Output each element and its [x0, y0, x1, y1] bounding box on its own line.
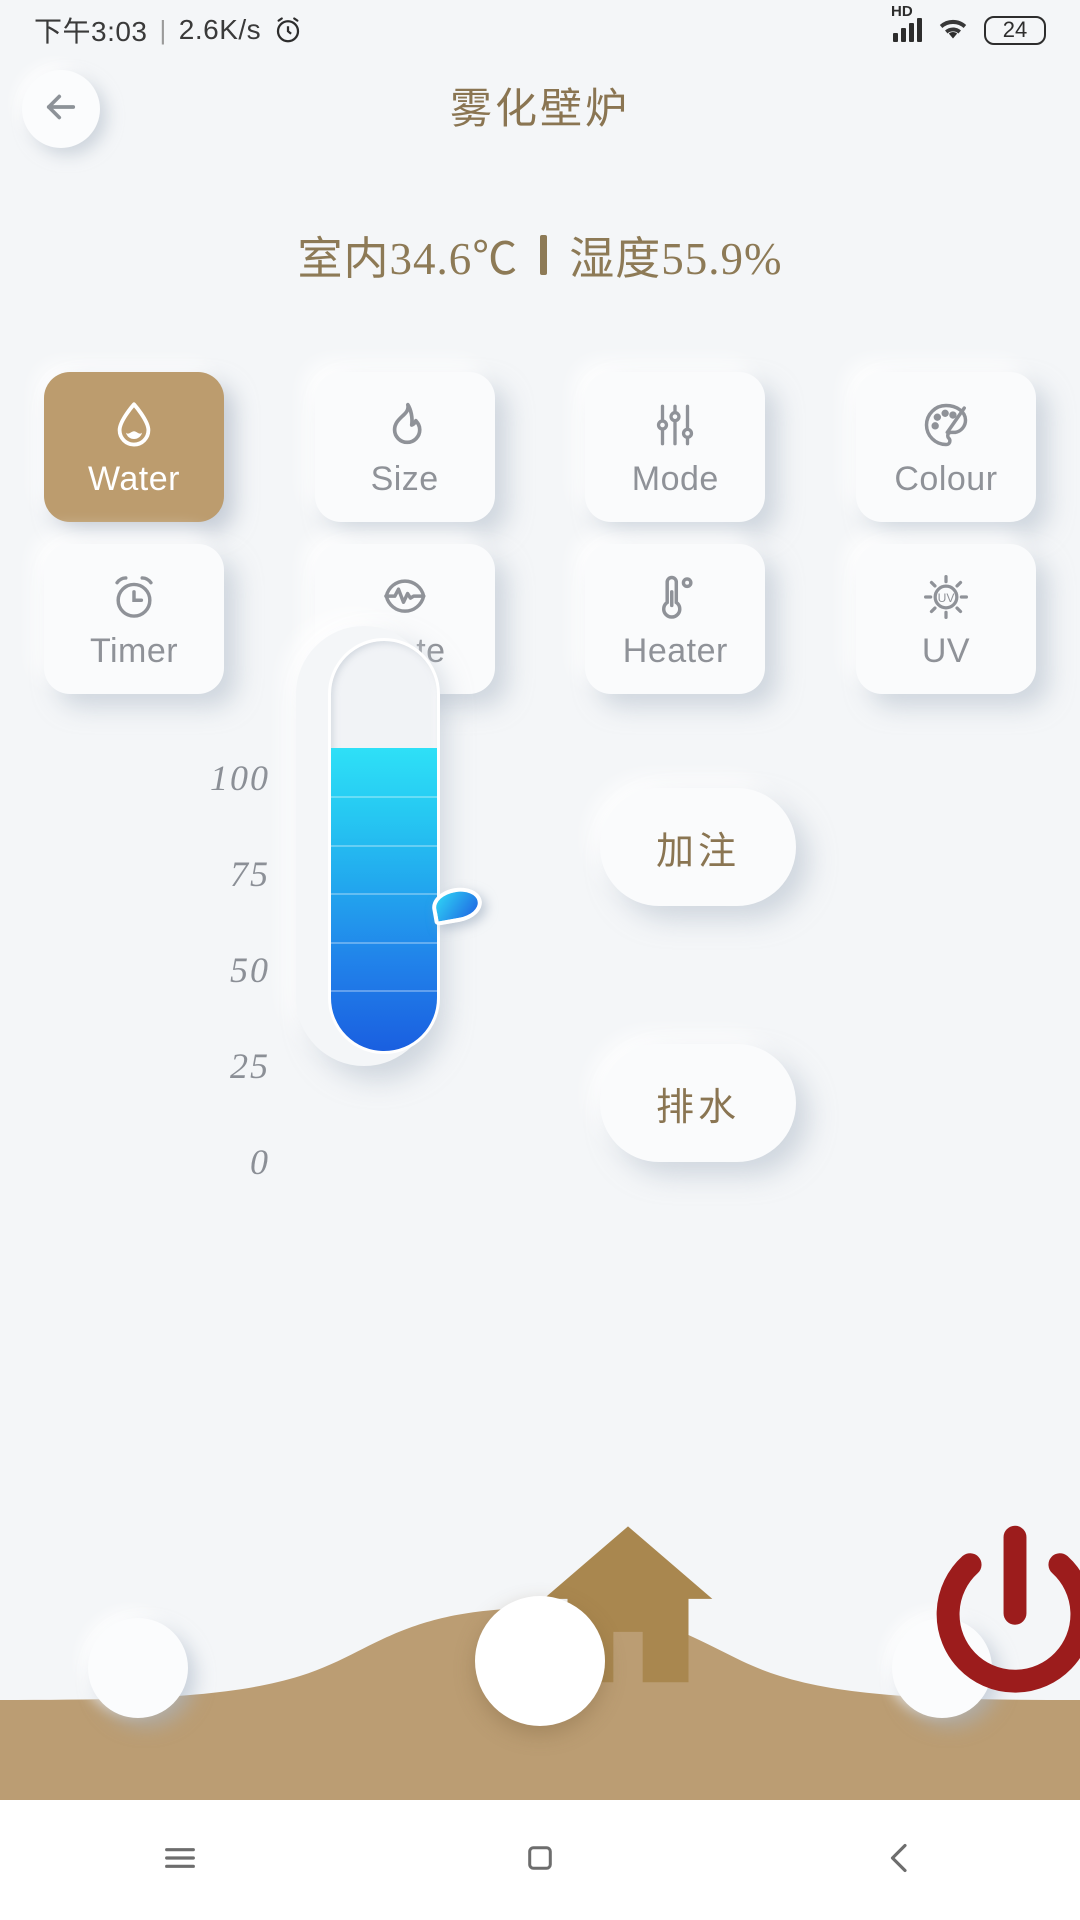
feature-row-1: Water Size Mode Colour	[0, 372, 1080, 522]
page-title: 雾化壁炉	[449, 87, 630, 133]
menu-icon	[160, 1838, 200, 1883]
tile-label: Timer	[89, 631, 179, 670]
tile-label: Water	[88, 459, 180, 498]
scale-tick-50: 50	[230, 950, 270, 990]
scale-tick-25: 25	[230, 1046, 270, 1086]
uv-sun-icon: UV	[920, 568, 972, 626]
flame-icon	[379, 396, 431, 454]
nav-home-button[interactable]	[88, 1526, 713, 1718]
sliders-icon	[650, 396, 700, 454]
thermometer-icon	[649, 568, 701, 626]
android-back-button[interactable]	[840, 1800, 960, 1920]
square-home-icon	[521, 1839, 559, 1882]
tile-label: Size	[370, 459, 439, 498]
chevron-back-icon	[880, 1838, 920, 1883]
status-bar-right: HD 24	[891, 3, 1046, 47]
wifi-icon	[936, 14, 970, 47]
signal-bars	[893, 18, 922, 42]
feature-grid: Water Size Mode Colour Timer Heater UV U…	[0, 372, 1080, 716]
tile-timer[interactable]: Timer	[44, 544, 224, 694]
alarm-clock-icon	[273, 15, 303, 45]
status-bar-left: 下午3:03 | 2.6K/s	[34, 10, 303, 50]
alarm-clock-icon	[108, 568, 160, 626]
fill-water-button[interactable]: 加注	[600, 788, 796, 906]
status-network-speed: 2.6K/s	[178, 14, 262, 45]
hd-label: HD	[891, 3, 913, 20]
water-level-slider: 100 75 50 25 0	[0, 626, 1080, 1180]
bottom-navigation-bar	[0, 1525, 1080, 1800]
battery-indicator: 24	[984, 15, 1046, 45]
power-button[interactable]	[475, 1525, 1080, 1726]
environment-readout: 室内34.6℃ 湿度55.9%	[0, 222, 1080, 287]
svg-text:UV: UV	[938, 591, 956, 605]
water-drop-icon	[107, 396, 161, 454]
tile-label: Heater	[622, 631, 728, 670]
status-separator: |	[159, 14, 167, 45]
status-bar: 下午3:03 | 2.6K/s HD 24	[0, 0, 1080, 60]
feature-row-2: Timer State	[0, 544, 1080, 694]
palette-icon	[920, 396, 972, 454]
android-home-button[interactable]	[480, 1800, 600, 1920]
scale-tick-100: 100	[210, 758, 270, 798]
waveform-circle-icon	[379, 568, 431, 626]
android-navigation-bar	[0, 1800, 1080, 1920]
scale-tick-75: 75	[230, 854, 270, 894]
scale-tick-0: 0	[250, 1142, 270, 1182]
drain-water-button[interactable]: 排水	[600, 1044, 796, 1162]
slider-tube[interactable]	[328, 638, 440, 1054]
tile-label: UV	[921, 631, 971, 670]
tile-label: Colour	[894, 459, 998, 498]
android-menu-button[interactable]	[120, 1800, 240, 1920]
indoor-temperature: 室内34.6℃	[297, 234, 519, 284]
app-screen: 下午3:03 | 2.6K/s HD 24 雾化壁炉 室内34.6℃ 湿度55.…	[0, 0, 1080, 1920]
cellular-signal-icon: HD	[891, 3, 922, 42]
tile-mode[interactable]: Mode	[585, 372, 766, 522]
slider-scale: 100 75 50 25 0	[198, 760, 270, 1180]
status-time: 下午3:03	[34, 16, 148, 47]
tile-label: Mode	[631, 459, 719, 498]
tile-water[interactable]: Water	[44, 372, 224, 522]
tile-size[interactable]: Size	[314, 372, 495, 522]
water-fill	[331, 747, 437, 1051]
env-divider	[540, 234, 548, 275]
tile-colour[interactable]: Colour	[855, 372, 1036, 522]
tile-uv[interactable]: UV UV	[855, 544, 1036, 694]
tile-heater[interactable]: Heater	[585, 544, 766, 694]
humidity-value: 湿度55.9%	[569, 234, 783, 284]
